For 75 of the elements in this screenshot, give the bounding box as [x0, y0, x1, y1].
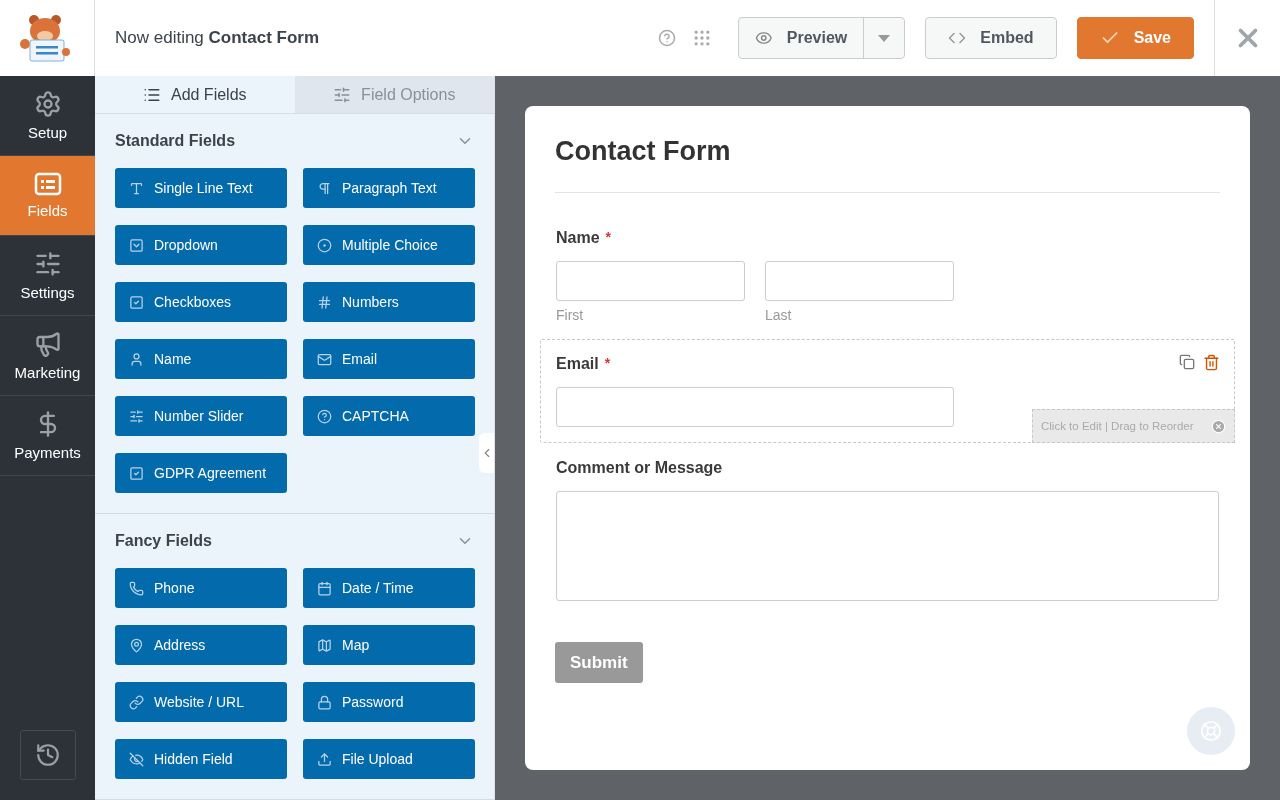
- gear-icon: [33, 90, 62, 118]
- field-button[interactable]: CAPTCHA: [303, 396, 475, 436]
- form-field[interactable]: Email * Click to Edit | Drag to Reorder: [540, 339, 1235, 443]
- history-button[interactable]: [19, 730, 76, 780]
- required-mark: *: [605, 229, 612, 247]
- envelope-icon: [317, 351, 332, 367]
- history-icon: [34, 742, 61, 768]
- field-button[interactable]: Single Line Text: [115, 168, 287, 208]
- section-title: Fancy Fields: [115, 532, 212, 550]
- link-icon: [129, 694, 144, 710]
- field-label: Comment or Message: [556, 459, 723, 477]
- embed-button[interactable]: Embed: [925, 17, 1057, 59]
- form-field[interactable]: Name * First Last: [540, 213, 1235, 339]
- input-field[interactable]: [765, 261, 954, 301]
- form-title: Contact Form: [555, 136, 1220, 193]
- field-button[interactable]: Multiple Choice: [303, 225, 475, 265]
- megaphone-icon: [33, 330, 62, 358]
- checkbox-icon: [129, 294, 144, 310]
- collapse-handle[interactable]: [479, 433, 494, 473]
- field-button[interactable]: Name: [115, 339, 287, 379]
- field-button[interactable]: Numbers: [303, 282, 475, 322]
- map-icon: [317, 637, 332, 653]
- dropdown-icon: [129, 237, 144, 253]
- text-icon: [129, 180, 144, 196]
- radio-icon: [317, 237, 332, 253]
- field-button[interactable]: Phone: [115, 568, 287, 608]
- sliders-icon: [333, 85, 352, 104]
- hash-icon: [317, 294, 332, 310]
- field-button[interactable]: Checkboxes: [115, 282, 287, 322]
- field-button[interactable]: Password: [303, 682, 475, 722]
- nav-item[interactable]: Fields: [0, 156, 95, 236]
- field-button[interactable]: File Upload: [303, 739, 475, 779]
- checkbox-icon: [129, 465, 144, 481]
- field-button[interactable]: Number Slider: [115, 396, 287, 436]
- field-button[interactable]: Dropdown: [115, 225, 287, 265]
- sublabel: Last: [765, 307, 793, 323]
- duplicate-button[interactable]: [1179, 354, 1195, 371]
- copy-icon: [1179, 354, 1195, 370]
- delete-button[interactable]: [1203, 354, 1220, 371]
- section-title: Standard Fields: [115, 132, 236, 150]
- caret-icon: [878, 34, 891, 42]
- close-icon[interactable]: [1211, 418, 1226, 434]
- textarea-field[interactable]: [556, 491, 1219, 601]
- list-icon: [33, 172, 62, 196]
- sliders-icon: [129, 408, 144, 424]
- calendar-icon: [317, 580, 332, 596]
- help-icon[interactable]: [658, 29, 677, 47]
- field-label: Email: [556, 355, 599, 373]
- phone-icon: [129, 580, 144, 596]
- input-field[interactable]: [556, 261, 745, 301]
- eye-slash-icon: [129, 751, 144, 767]
- field-button[interactable]: Map: [303, 625, 475, 665]
- lock-icon: [317, 694, 332, 710]
- field-button[interactable]: Address: [115, 625, 287, 665]
- form-field[interactable]: Comment or Message: [540, 443, 1235, 617]
- field-button[interactable]: Paragraph Text: [303, 168, 475, 208]
- sliders-icon: [33, 250, 62, 278]
- required-mark: *: [604, 355, 611, 373]
- pilcrow-icon: [317, 180, 332, 196]
- sublabel: First: [556, 307, 585, 323]
- trash-icon: [1203, 354, 1220, 371]
- field-button[interactable]: Website / URL: [115, 682, 287, 722]
- field-label: Name: [556, 229, 600, 247]
- person-icon: [129, 351, 144, 367]
- hint-text: Click to Edit | Drag to Reorder: [1041, 420, 1194, 432]
- input-field[interactable]: [556, 387, 954, 427]
- question-icon: [317, 408, 332, 424]
- field-button[interactable]: Hidden Field: [115, 739, 287, 779]
- page-title: Now editing Contact Form: [115, 28, 321, 48]
- save-button[interactable]: Save: [1076, 17, 1194, 59]
- field-button[interactable]: Email: [303, 339, 475, 379]
- field-button[interactable]: Date / Time: [303, 568, 475, 608]
- pin-icon: [129, 637, 144, 653]
- field-button[interactable]: GDPR Agreement: [115, 453, 287, 493]
- upload-icon: [317, 751, 332, 767]
